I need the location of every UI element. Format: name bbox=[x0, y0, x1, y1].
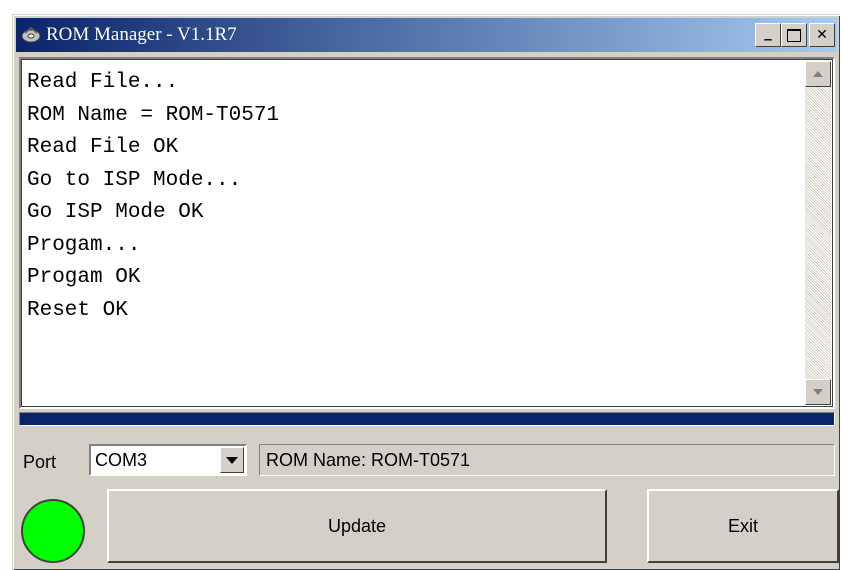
status-indicator-light bbox=[21, 499, 85, 563]
log-line: Read File OK bbox=[27, 136, 179, 159]
port-select[interactable]: COM3 bbox=[89, 444, 247, 476]
scroll-up-button[interactable] bbox=[805, 61, 831, 87]
port-dropdown-button[interactable] bbox=[220, 447, 244, 473]
maximize-button[interactable] bbox=[781, 23, 807, 47]
minimize-button[interactable]: _ bbox=[755, 23, 781, 47]
disc-icon bbox=[20, 25, 42, 45]
close-icon: ✕ bbox=[816, 27, 828, 43]
window-controls: _ ✕ bbox=[755, 23, 835, 47]
maximize-icon bbox=[787, 28, 801, 42]
vertical-scrollbar[interactable] bbox=[805, 61, 831, 405]
log-line: Go ISP Mode OK bbox=[27, 201, 204, 224]
status-text: ROM Name: ROM-T0571 bbox=[266, 450, 471, 470]
progress-fill bbox=[20, 413, 834, 425]
log-line: Reset OK bbox=[27, 298, 128, 322]
port-label: Port bbox=[23, 452, 57, 472]
progress-bar bbox=[19, 412, 835, 426]
log-line: Go to ISP Mode... bbox=[27, 168, 242, 192]
rom-manager-window: ROM Manager - V1.1R7 _ ✕ Read File... ROM… bbox=[12, 14, 840, 570]
chevron-down-icon bbox=[226, 456, 238, 464]
log-line: Progam... bbox=[27, 233, 141, 257]
log-output[interactable]: Read File... ROM Name = ROM-T0571 Read Fil… bbox=[19, 57, 835, 409]
status-field: ROM Name: ROM-T0571 bbox=[259, 444, 835, 476]
window-title: ROM Manager - V1.1R7 bbox=[46, 24, 237, 45]
log-line: Read File... bbox=[27, 71, 179, 94]
log-line: ROM Name = ROM-T0571 bbox=[27, 103, 280, 127]
update-button[interactable]: Update bbox=[107, 489, 607, 563]
scroll-down-button[interactable] bbox=[805, 379, 831, 405]
port-select-value: COM3 bbox=[95, 450, 148, 470]
log-lines: Read File... ROM Name = ROM-T0571 Read Fil… bbox=[27, 67, 279, 327]
title-bar[interactable]: ROM Manager - V1.1R7 _ ✕ bbox=[16, 18, 837, 52]
arrow-down-icon bbox=[813, 389, 823, 395]
exit-button[interactable]: Exit bbox=[647, 489, 839, 563]
log-line: Progam OK bbox=[27, 266, 141, 289]
minimize-icon: _ bbox=[764, 23, 772, 41]
close-button[interactable]: ✕ bbox=[809, 23, 835, 47]
arrow-up-icon bbox=[813, 71, 823, 77]
